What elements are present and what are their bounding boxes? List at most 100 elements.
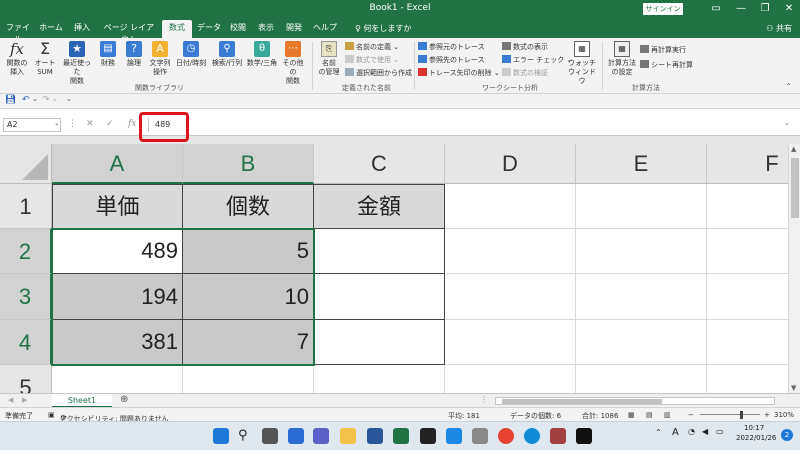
calc-now-button[interactable]: 再計算実行 xyxy=(640,45,686,55)
collapse-ribbon-icon[interactable]: ⌃ xyxy=(785,82,792,91)
table-header-unit-price[interactable]: 単価 xyxy=(52,184,183,229)
tab-page-layout[interactable]: ページ レイアウト xyxy=(100,22,158,44)
text-functions-button[interactable]: A 文字列 操作 xyxy=(148,41,172,77)
vertical-scroll-thumb[interactable] xyxy=(791,158,799,218)
name-box[interactable]: A2 xyxy=(3,118,61,132)
tab-home[interactable]: ホーム xyxy=(38,22,64,38)
namebox-dropdown-icon[interactable]: ⌄ xyxy=(54,119,60,127)
redo-dropdown-icon[interactable]: ⌄ xyxy=(52,95,58,103)
add-sheet-icon[interactable]: ⊕ xyxy=(120,394,128,405)
trace-dependents-button[interactable]: 参照先のトレース xyxy=(418,55,485,65)
enter-icon[interactable]: ✓ xyxy=(106,119,114,129)
vscode-icon[interactable] xyxy=(446,428,462,444)
battery-icon[interactable]: ▭ xyxy=(716,427,724,436)
tell-me-search[interactable]: ♀ 何をしますか xyxy=(355,23,411,34)
cell-d4[interactable] xyxy=(445,320,576,365)
cell-e3[interactable] xyxy=(576,274,707,320)
widgets-icon[interactable] xyxy=(288,428,304,444)
close-button[interactable]: ✕ xyxy=(778,1,800,17)
horizontal-scroll-thumb[interactable] xyxy=(502,399,662,404)
cell-f1[interactable] xyxy=(707,184,788,229)
more-functions-button[interactable]: ⋯ その他の 関数 xyxy=(281,41,305,86)
row-header-4[interactable]: 4 xyxy=(0,320,52,365)
save-icon[interactable]: 💾︎ xyxy=(5,95,16,105)
select-all-button[interactable] xyxy=(0,144,52,184)
tray-overflow-icon[interactable]: ⌃ xyxy=(655,428,662,437)
scroll-down-icon[interactable]: ▼ xyxy=(791,384,796,392)
tab-developer[interactable]: 開発 xyxy=(282,22,306,38)
table-header-amount[interactable]: 金額 xyxy=(314,184,445,229)
remove-arrows-button[interactable]: トレース矢印の削除 ⌄ xyxy=(418,68,500,78)
column-header-e[interactable]: E xyxy=(576,144,707,184)
page-layout-view-icon[interactable]: ▤ xyxy=(646,411,653,419)
financial-button[interactable]: ▤ 財務 xyxy=(97,41,119,68)
cell-e2[interactable] xyxy=(576,229,707,274)
excel-icon[interactable] xyxy=(393,428,409,444)
tab-formulas[interactable]: 数式 xyxy=(162,20,192,38)
cell-b2[interactable]: 5 xyxy=(183,229,314,274)
tab-help[interactable]: ヘルプ xyxy=(311,22,339,38)
macro-record-icon[interactable]: ▣ xyxy=(48,411,55,419)
app3-icon[interactable] xyxy=(576,428,592,444)
cell-d1[interactable] xyxy=(445,184,576,229)
wifi-icon[interactable]: ◔ xyxy=(688,427,695,436)
app2-icon[interactable] xyxy=(550,428,566,444)
show-formulas-button[interactable]: 数式の表示 xyxy=(502,42,548,52)
customize-qat-icon[interactable]: ⌄ xyxy=(66,95,72,103)
row-header-2[interactable]: 2 xyxy=(0,229,52,274)
page-break-view-icon[interactable]: ▥ xyxy=(664,411,671,419)
splitter-icon[interactable]: ⋮ xyxy=(480,395,488,404)
column-header-a[interactable]: A xyxy=(52,144,183,184)
cell-d2[interactable] xyxy=(445,229,576,274)
task-view-icon[interactable] xyxy=(262,428,278,444)
cell-c4[interactable] xyxy=(314,320,445,365)
share-button[interactable]: ⚇ 共有 xyxy=(766,23,792,34)
cell-d5[interactable] xyxy=(445,365,576,393)
define-name-button[interactable]: 名前の定義 ⌄ xyxy=(345,42,399,52)
cell-e1[interactable] xyxy=(576,184,707,229)
horizontal-scrollbar[interactable] xyxy=(495,397,775,405)
recent-functions-button[interactable]: ★ 最近使った 関数 xyxy=(60,41,94,86)
column-header-f[interactable]: F xyxy=(707,144,788,184)
terminal-icon[interactable] xyxy=(420,428,436,444)
cell-c2[interactable] xyxy=(314,229,445,274)
ime-indicator[interactable]: A xyxy=(672,427,679,438)
evaluate-formula-button[interactable]: 数式の検証 xyxy=(502,68,548,78)
restore-button[interactable]: ❐ xyxy=(754,1,776,17)
cell-e4[interactable] xyxy=(576,320,707,365)
redo-icon[interactable]: ↷ xyxy=(42,95,50,105)
table-header-quantity[interactable]: 個数 xyxy=(183,184,314,229)
cell-f2[interactable] xyxy=(707,229,788,274)
sheet-tab-sheet1[interactable]: Sheet1 xyxy=(52,394,112,408)
cell-f5[interactable] xyxy=(707,365,788,393)
cell-d3[interactable] xyxy=(445,274,576,320)
signin-button[interactable]: サインイン xyxy=(643,3,683,15)
insert-function-icon[interactable]: fx xyxy=(128,119,136,129)
column-header-d[interactable]: D xyxy=(445,144,576,184)
error-check-button[interactable]: エラー チェック ⌄ xyxy=(502,55,572,65)
cancel-icon[interactable]: ✕ xyxy=(86,119,94,129)
tab-file[interactable]: ファイル xyxy=(4,22,32,44)
chrome-icon[interactable] xyxy=(498,428,514,444)
formula-input[interactable]: 489 xyxy=(148,118,788,132)
autosum-button[interactable]: Σ オート SUM xyxy=(32,41,58,77)
tab-review[interactable]: 校閲 xyxy=(226,22,250,38)
cell-f3[interactable] xyxy=(707,274,788,320)
undo-icon[interactable]: ↶ xyxy=(22,95,30,105)
word-icon[interactable] xyxy=(367,428,383,444)
zoom-in-icon[interactable]: + xyxy=(764,411,770,419)
math-trig-button[interactable]: θ 数学/三角 xyxy=(245,41,279,68)
scroll-up-icon[interactable]: ▲ xyxy=(791,145,796,153)
normal-view-icon[interactable]: ▦ xyxy=(628,411,635,419)
cell-c3[interactable] xyxy=(314,274,445,320)
cell-b5[interactable] xyxy=(183,365,314,393)
file-explorer-icon[interactable] xyxy=(340,428,356,444)
row-header-1[interactable]: 1 xyxy=(0,184,52,229)
lookup-button[interactable]: ⚲ 検索/行列 xyxy=(210,41,244,68)
cell-a2[interactable]: 489 xyxy=(52,229,183,274)
calc-sheet-button[interactable]: シート再計算 xyxy=(640,60,693,70)
clock-time[interactable]: 10:17 xyxy=(744,424,764,432)
column-header-b[interactable]: B xyxy=(183,144,314,184)
cell-b4[interactable]: 7 xyxy=(183,320,314,365)
insert-function-button[interactable]: fx 関数の 挿入 xyxy=(4,41,30,77)
